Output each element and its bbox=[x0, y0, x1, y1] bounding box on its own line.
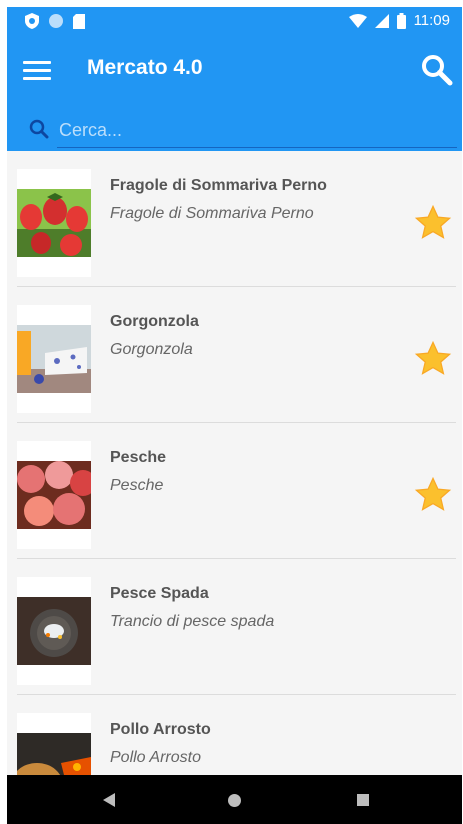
back-icon[interactable] bbox=[103, 793, 117, 807]
shield-icon bbox=[25, 13, 39, 29]
search-field-icon bbox=[29, 119, 49, 139]
list-item[interactable]: Pollo Arrosto Pollo Arrosto bbox=[17, 695, 456, 775]
product-thumbnail bbox=[17, 713, 91, 775]
product-thumbnail bbox=[17, 441, 91, 549]
product-description: Fragole di Sommariva Perno bbox=[110, 205, 314, 222]
status-bar: 11:09 bbox=[7, 7, 462, 35]
product-thumbnail bbox=[17, 169, 91, 277]
strawberries-image bbox=[17, 189, 91, 257]
product-list: Fragole di Sommariva Perno Fragole di So… bbox=[7, 151, 462, 775]
roast-chicken-image bbox=[17, 733, 91, 775]
menu-icon bbox=[23, 61, 51, 64]
gorgonzola-image bbox=[17, 325, 91, 393]
search-button[interactable] bbox=[420, 53, 454, 87]
app-title: Mercato 4.0 bbox=[87, 56, 203, 79]
app-screen: 11:09 Mercato 4.0 Cerca... Fragole di So… bbox=[7, 7, 462, 824]
battery-icon bbox=[396, 12, 406, 29]
favorite-star-icon[interactable] bbox=[414, 204, 452, 242]
system-navigation-bar bbox=[7, 775, 462, 824]
product-name: Pesce Spada bbox=[110, 585, 209, 602]
product-thumbnail bbox=[17, 305, 91, 413]
list-item[interactable]: Gorgonzola Gorgonzola bbox=[17, 287, 456, 423]
recent-apps-icon[interactable] bbox=[357, 794, 369, 806]
menu-button[interactable] bbox=[23, 57, 51, 83]
product-name: Fragole di Sommariva Perno bbox=[110, 177, 327, 194]
favorite-star-icon[interactable] bbox=[414, 340, 452, 378]
list-item[interactable]: Fragole di Sommariva Perno Fragole di So… bbox=[17, 151, 456, 287]
search-field bbox=[57, 111, 461, 149]
product-name: Pollo Arrosto bbox=[110, 721, 211, 738]
product-description: Pollo Arrosto bbox=[110, 749, 201, 766]
search-icon bbox=[422, 55, 453, 86]
list-item[interactable]: Pesche Pesche bbox=[17, 423, 456, 559]
search-input[interactable] bbox=[57, 111, 461, 149]
product-thumbnail bbox=[17, 577, 91, 685]
product-description: Pesche bbox=[110, 477, 164, 494]
search-bar bbox=[7, 105, 462, 151]
sd-card-icon bbox=[73, 13, 85, 29]
swordfish-image bbox=[17, 597, 91, 665]
product-name: Pesche bbox=[110, 449, 167, 466]
product-description: Gorgonzola bbox=[110, 341, 193, 358]
peaches-image bbox=[17, 461, 91, 529]
status-time: 11:09 bbox=[413, 12, 450, 29]
app-bar: Mercato 4.0 bbox=[7, 35, 462, 105]
wifi-icon bbox=[348, 13, 367, 28]
favorite-star-icon[interactable] bbox=[414, 476, 452, 514]
product-name: Gorgonzola bbox=[110, 313, 199, 330]
list-item[interactable]: Pesce Spada Trancio di pesce spada bbox=[17, 559, 456, 695]
product-description: Trancio di pesce spada bbox=[110, 613, 275, 630]
home-icon[interactable] bbox=[228, 794, 241, 807]
circle-icon bbox=[49, 14, 63, 28]
signal-icon bbox=[374, 13, 389, 28]
